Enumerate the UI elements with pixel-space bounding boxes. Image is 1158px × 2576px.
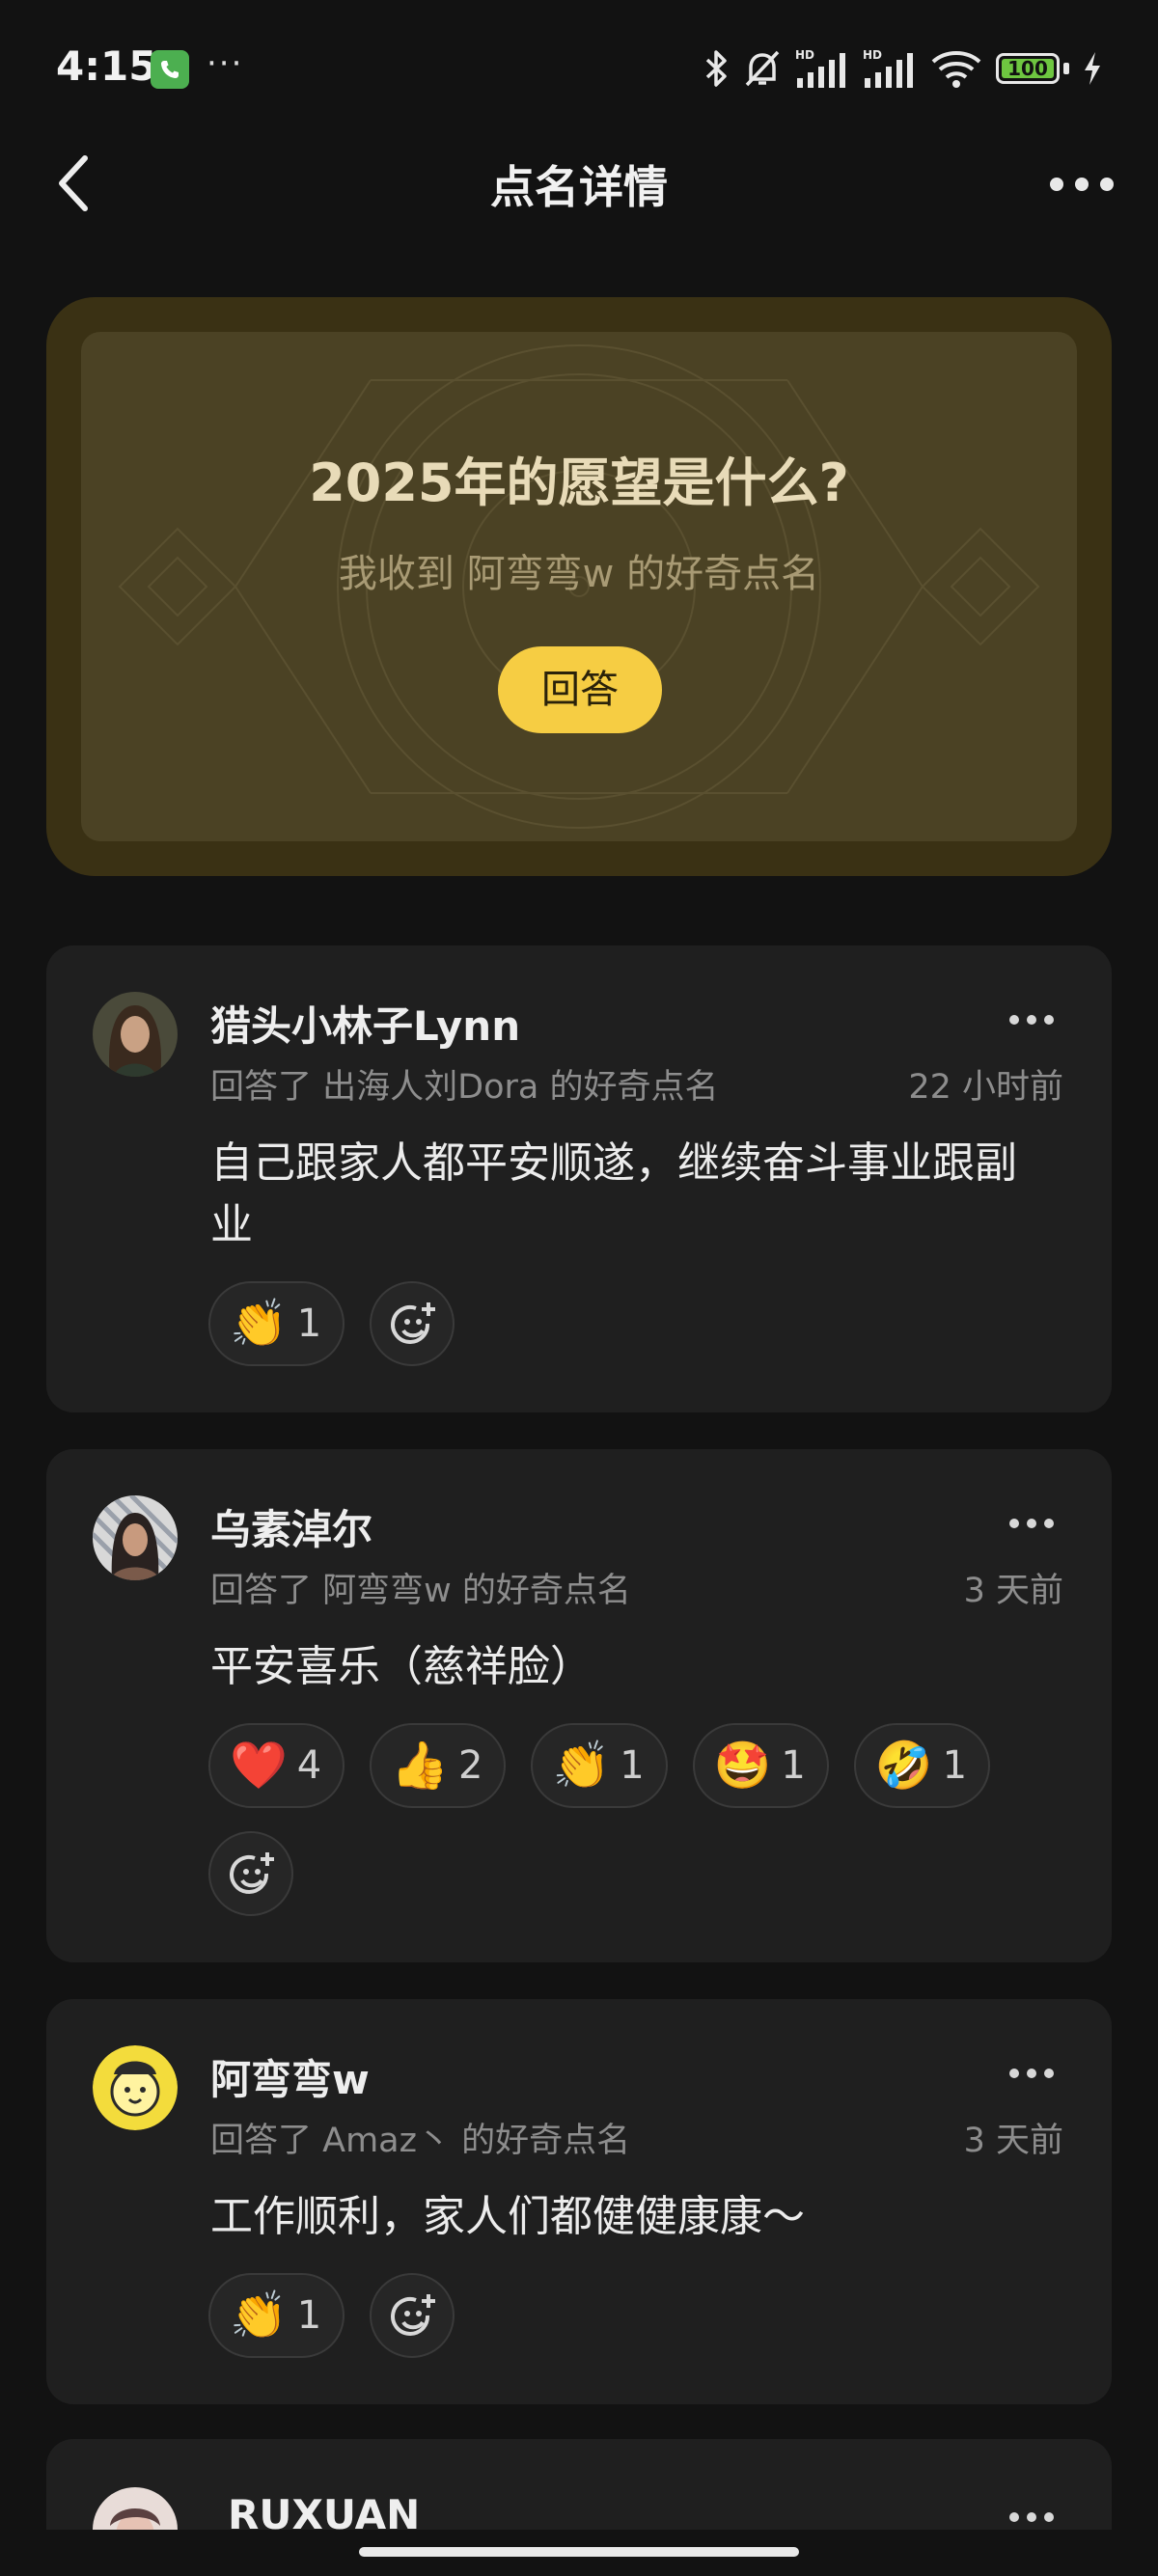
reaction-count: 1 (781, 1743, 806, 1788)
post-time: 3 天前 (963, 1572, 1063, 1610)
add-reaction-button[interactable] (370, 1281, 455, 1366)
question-card-inner: 2025年的愿望是什么? 我收到 阿弯弯w 的好奇点名 回答 (81, 332, 1077, 841)
status-time: 4:15 (56, 42, 157, 90)
nav-bar: 点名详情 (0, 135, 1158, 232)
post-meta: 回答了 Amaz丶 的好奇点名 (210, 2122, 631, 2160)
post-more-button[interactable] (1009, 1015, 1054, 1027)
reaction-count: 4 (296, 1743, 322, 1788)
post-content: 工作顺利，家人们都健健康康～ (210, 2192, 805, 2241)
clap-emoji: 👏 (552, 1739, 611, 1793)
clap-emoji: 👏 (230, 2288, 288, 2343)
reaction-chip[interactable]: ❤️ 4 (208, 1723, 345, 1808)
avatar[interactable] (93, 2045, 178, 2130)
answer-card: 乌素淖尔 回答了 阿弯弯w 的好奇点名 3 天前 平安喜乐（慈祥脸） ❤️ 4 … (46, 1449, 1112, 1962)
battery-icon: 100 (996, 53, 1060, 84)
clap-emoji: 👏 (230, 1297, 288, 1351)
post-meta: 回答了 出海人刘Dora 的好奇点名 (210, 1068, 719, 1107)
heart-emoji: ❤️ (230, 1739, 288, 1793)
reactions: ❤️ 4 👍 2 👏 1 🤩 1 🤣 1 (208, 1723, 1073, 1916)
username[interactable]: 乌素淖尔 (210, 1497, 372, 1556)
question-card: 2025年的愿望是什么? 我收到 阿弯弯w 的好奇点名 回答 (46, 297, 1112, 876)
battery-nub (1063, 63, 1069, 74)
post-time: 22 小时前 (908, 1068, 1063, 1107)
battery-level: 100 (1007, 57, 1048, 80)
reaction-chip[interactable]: 👏 1 (531, 1723, 668, 1808)
reaction-count: 1 (942, 1743, 968, 1788)
username[interactable]: 阿弯弯w (210, 2047, 370, 2106)
home-indicator[interactable] (359, 2547, 799, 2557)
answer-button[interactable]: 回答 (498, 646, 662, 733)
phone-call-icon (151, 50, 189, 89)
wifi-icon (931, 51, 981, 88)
more-horizontal-icon (1050, 178, 1063, 191)
charging-icon (1085, 52, 1100, 85)
post-meta: 回答了 阿弯弯w 的好奇点名 (210, 1572, 631, 1610)
add-emoji-icon (391, 2294, 436, 2336)
question-title: 2025年的愿望是什么? (309, 452, 849, 513)
reaction-count: 2 (457, 1743, 483, 1788)
username[interactable]: 猎头小林子Lynn (210, 994, 520, 1053)
reaction-chip[interactable]: 👍 2 (370, 1723, 507, 1808)
reaction-chip[interactable]: 👏 1 (208, 2273, 345, 2358)
answer-card: 阿弯弯w 回答了 Amaz丶 的好奇点名 3 天前 工作顺利，家人们都健健康康～… (46, 1999, 1112, 2404)
svg-text:HD: HD (795, 48, 814, 62)
rofl-emoji: 🤣 (874, 1739, 933, 1793)
avatar[interactable] (93, 992, 178, 1077)
page-title: 点名详情 (490, 161, 668, 213)
reaction-count: 1 (620, 1743, 645, 1788)
status-bar: 4:15 ··· HD HD 100 (0, 0, 1158, 135)
post-more-button[interactable] (1009, 1519, 1054, 1530)
answer-card: 猎头小林子Lynn 回答了 出海人刘Dora 的好奇点名 22 小时前 自己跟家… (46, 945, 1112, 1412)
post-time: 3 天前 (963, 2122, 1063, 2160)
reaction-chip[interactable]: 🤣 1 (853, 1723, 991, 1808)
post-more-button[interactable] (1009, 2069, 1054, 2080)
thumbs-up-emoji: 👍 (391, 1739, 449, 1793)
post-content: 自己跟家人都平安顺遂，继续奋斗事业跟副业 (210, 1138, 1017, 1249)
question-subtitle: 我收到 阿弯弯w 的好奇点名 (338, 552, 820, 596)
add-emoji-icon (391, 1302, 436, 1344)
reaction-count: 1 (296, 2293, 322, 2338)
avatar[interactable] (93, 1495, 178, 1580)
hd-signal-icon: HD (795, 48, 845, 88)
hd-signal-icon: HD (863, 48, 913, 88)
add-reaction-button[interactable] (208, 1831, 293, 1916)
reactions: 👏 1 (208, 1281, 1073, 1366)
reactions: 👏 1 (208, 2273, 1073, 2358)
add-reaction-button[interactable] (370, 2273, 455, 2358)
more-options-button[interactable] (1050, 170, 1114, 199)
reaction-count: 1 (296, 1302, 322, 1346)
status-icons: HD HD 100 (704, 46, 1102, 91)
svg-text:HD: HD (863, 48, 882, 62)
post-more-button[interactable] (1009, 2512, 1054, 2524)
reaction-chip[interactable]: 🤩 1 (692, 1723, 829, 1808)
reaction-chip[interactable]: 👏 1 (208, 1281, 345, 1366)
notification-more-icon: ··· (207, 44, 244, 83)
post-content: 平安喜乐（慈祥脸） (210, 1642, 593, 1691)
star-struck-emoji: 🤩 (713, 1739, 772, 1793)
bluetooth-icon (705, 50, 727, 87)
add-emoji-icon (230, 1852, 274, 1894)
mute-bell-icon (745, 50, 780, 87)
